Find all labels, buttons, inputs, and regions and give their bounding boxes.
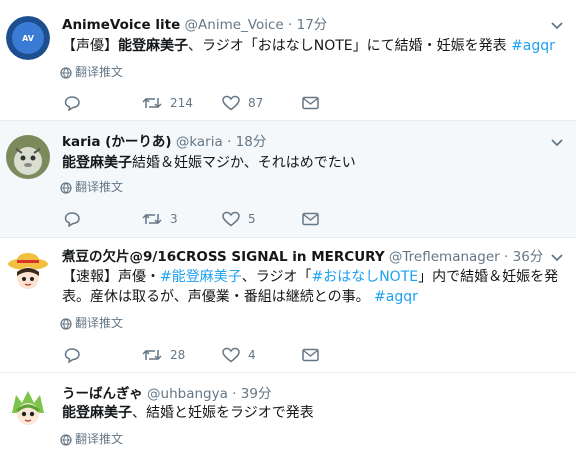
envelope-icon xyxy=(302,96,319,110)
retweet-icon xyxy=(142,213,162,225)
hashtag-link[interactable]: #agqr xyxy=(374,289,418,305)
reply-icon xyxy=(64,348,80,363)
separator-dot: · xyxy=(227,134,232,150)
text-segment: 【声優】 xyxy=(62,38,118,54)
translate-label: 翻译推文 xyxy=(75,316,124,330)
like-count: 4 xyxy=(248,348,256,362)
retweet-icon xyxy=(142,349,162,361)
globe-icon xyxy=(60,182,72,194)
text-segment-bold: 能登麻美子 xyxy=(62,405,132,421)
heart-icon xyxy=(222,347,240,363)
timestamp[interactable]: 18分 xyxy=(236,134,267,150)
author-handle[interactable]: @karia xyxy=(176,134,223,150)
svg-text:AV: AV xyxy=(22,34,35,43)
tweet-text: 能登麻美子結婚＆妊娠マジか、それはめでたい xyxy=(62,153,562,173)
translate-tweet-link[interactable]: 翻译推文 xyxy=(60,64,123,80)
author-name[interactable]: AnimeVoice lite xyxy=(62,17,180,33)
separator-dot: · xyxy=(288,17,293,33)
green-hair-girl-avatar[interactable] xyxy=(6,387,50,431)
animevoice-logo-avatar[interactable]: AV xyxy=(6,16,50,60)
creature-avatar[interactable] xyxy=(6,135,50,179)
heart-icon xyxy=(222,95,240,111)
chevron-down-icon[interactable] xyxy=(550,250,564,264)
message-button[interactable] xyxy=(302,93,319,113)
retweet-button[interactable]: 3 xyxy=(142,209,178,229)
text-segment-bold: 能登麻美子 xyxy=(62,155,132,171)
reply-button[interactable] xyxy=(64,93,81,113)
globe-icon xyxy=(60,67,72,79)
translate-tweet-link[interactable]: 翻译推文 xyxy=(60,179,123,195)
tweet-header: AnimeVoice lite @Anime_Voice · 17分 xyxy=(62,16,327,34)
separator-dot: · xyxy=(232,386,237,402)
tweet-item[interactable]: うーばんぎゃ @uhbangya · 39分 能登麻美子、結婚と妊娠をラジオで発… xyxy=(0,373,576,460)
text-segment: 結婚＆妊娠マジか、それはめでたい xyxy=(132,155,356,171)
reply-icon xyxy=(64,212,80,227)
text-segment: 」内で結婚＆妊娠を発 xyxy=(418,269,559,285)
text-segment: 、ラジオ「 xyxy=(241,269,312,285)
hashtag-link[interactable]: #agqr xyxy=(511,38,555,54)
chevron-down-icon[interactable] xyxy=(550,18,564,32)
tweet-item[interactable]: karia (かーりあ) @karia · 18分 能登麻美子結婚＆妊娠マジか、… xyxy=(0,121,576,238)
text-segment: 、結婚と妊娠をラジオで発表 xyxy=(132,405,314,421)
text-segment-bold: 能登麻美子 xyxy=(118,38,188,54)
tweet-item[interactable]: AV AnimeVoice lite @Anime_Voice · 17分 【声… xyxy=(0,0,576,121)
globe-icon xyxy=(60,434,72,446)
author-name[interactable]: うーばんぎゃ xyxy=(62,386,143,402)
author-handle[interactable]: @uhbangya xyxy=(147,386,228,402)
heart-icon xyxy=(222,211,240,227)
tweet-actions: 3 5 xyxy=(62,209,462,229)
reply-button[interactable] xyxy=(64,345,81,365)
text-segment: 表。産休は取るが、声優業・番組は継続との事。 xyxy=(62,289,375,305)
globe-icon xyxy=(60,318,72,330)
translate-label: 翻译推文 xyxy=(75,180,124,194)
translate-label: 翻译推文 xyxy=(75,432,124,446)
chevron-down-icon[interactable] xyxy=(550,135,564,149)
like-button[interactable]: 87 xyxy=(222,93,263,113)
like-button[interactable]: 5 xyxy=(222,209,256,229)
tweet-actions: 28 4 xyxy=(62,345,462,365)
timestamp[interactable]: 39分 xyxy=(241,386,272,402)
tweet-text: 能登麻美子、結婚と妊娠をラジオで発表 xyxy=(62,403,562,423)
envelope-icon xyxy=(302,212,319,226)
tweet-actions: 214 87 xyxy=(62,93,462,113)
anime-girl-hat-avatar[interactable] xyxy=(6,250,50,294)
author-name[interactable]: karia (かーりあ) xyxy=(62,134,172,150)
retweet-count: 28 xyxy=(170,348,186,362)
message-button[interactable] xyxy=(302,209,319,229)
tweet-text: 【声優】能登麻美子、ラジオ「おはなしNOTE」にて結婚・妊娠を発表 #agqr xyxy=(62,36,562,56)
hashtag-link[interactable]: #能登麻美子 xyxy=(160,269,242,285)
timestamp[interactable]: 36分 xyxy=(513,249,544,265)
retweet-button[interactable]: 214 xyxy=(142,93,193,113)
text-segment: 、ラジオ「おはなしNOTE」にて結婚・妊娠を発表 xyxy=(188,38,512,54)
tweet-header: 煮豆の欠片@9/16CROSS SIGNAL in MERCURY @Trefl… xyxy=(62,248,543,266)
tweet-header: うーばんぎゃ @uhbangya · 39分 xyxy=(62,385,271,403)
separator-dot: · xyxy=(504,249,509,265)
author-name[interactable]: 煮豆の欠片@9/16CROSS SIGNAL in MERCURY xyxy=(62,249,385,265)
retweet-button[interactable]: 28 xyxy=(142,345,185,365)
text-segment: 【速報】声優・ xyxy=(62,269,160,285)
author-handle[interactable]: @Treflemanager xyxy=(389,249,500,265)
retweet-icon xyxy=(142,97,162,109)
tweet-item[interactable]: 煮豆の欠片@9/16CROSS SIGNAL in MERCURY @Trefl… xyxy=(0,238,576,373)
author-handle[interactable]: @Anime_Voice xyxy=(185,17,284,33)
translate-tweet-link[interactable]: 翻译推文 xyxy=(60,315,123,331)
tweet-text-line: 表。産休は取るが、声優業・番組は継続との事。 #agqr xyxy=(62,287,562,307)
message-button[interactable] xyxy=(302,345,319,365)
like-count: 5 xyxy=(248,212,256,226)
like-count: 87 xyxy=(248,96,264,110)
timestamp[interactable]: 17分 xyxy=(297,17,328,33)
like-button[interactable]: 4 xyxy=(222,345,256,365)
tweet-text-line: 【速報】声優・#能登麻美子、ラジオ「#おはなしNOTE」内で結婚＆妊娠を発 xyxy=(62,267,562,287)
retweet-count: 214 xyxy=(170,96,193,110)
reply-button[interactable] xyxy=(64,209,81,229)
retweet-count: 3 xyxy=(170,212,178,226)
tweet-text: 【速報】声優・#能登麻美子、ラジオ「#おはなしNOTE」内で結婚＆妊娠を発 表。… xyxy=(62,267,562,307)
tweet-header: karia (かーりあ) @karia · 18分 xyxy=(62,133,266,151)
translate-label: 翻译推文 xyxy=(75,65,124,79)
hashtag-link[interactable]: #おはなしNOTE xyxy=(311,269,418,285)
envelope-icon xyxy=(302,348,319,362)
reply-icon xyxy=(64,96,80,111)
translate-tweet-link[interactable]: 翻译推文 xyxy=(60,431,123,447)
tweet-feed: AV AnimeVoice lite @Anime_Voice · 17分 【声… xyxy=(0,0,576,460)
